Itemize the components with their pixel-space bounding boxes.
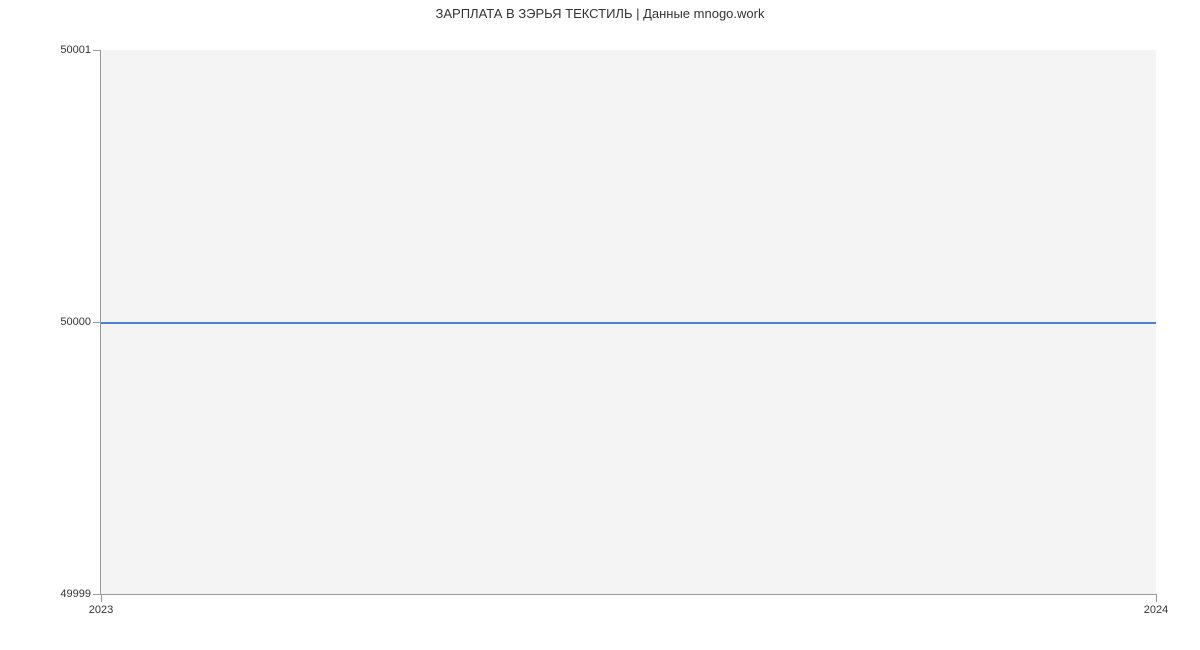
x-tick	[101, 594, 102, 602]
data-line	[101, 322, 1156, 324]
plot-area: 50001 50000 49999 2023 2024	[100, 50, 1156, 595]
x-tick-label: 2023	[89, 604, 113, 616]
y-tick-label: 50000	[60, 316, 91, 328]
y-tick-label: 49999	[60, 588, 91, 600]
chart-container: 50001 50000 49999 2023 2024	[100, 50, 1156, 595]
y-tick-label: 50001	[60, 44, 91, 56]
y-tick	[93, 322, 101, 323]
x-tick-label: 2024	[1144, 604, 1168, 616]
y-tick	[93, 50, 101, 51]
y-tick	[93, 594, 101, 595]
x-tick	[1156, 594, 1157, 602]
chart-title: ЗАРПЛАТА В ЗЭРЬЯ ТЕКСТИЛЬ | Данные mnogo…	[0, 0, 1200, 21]
